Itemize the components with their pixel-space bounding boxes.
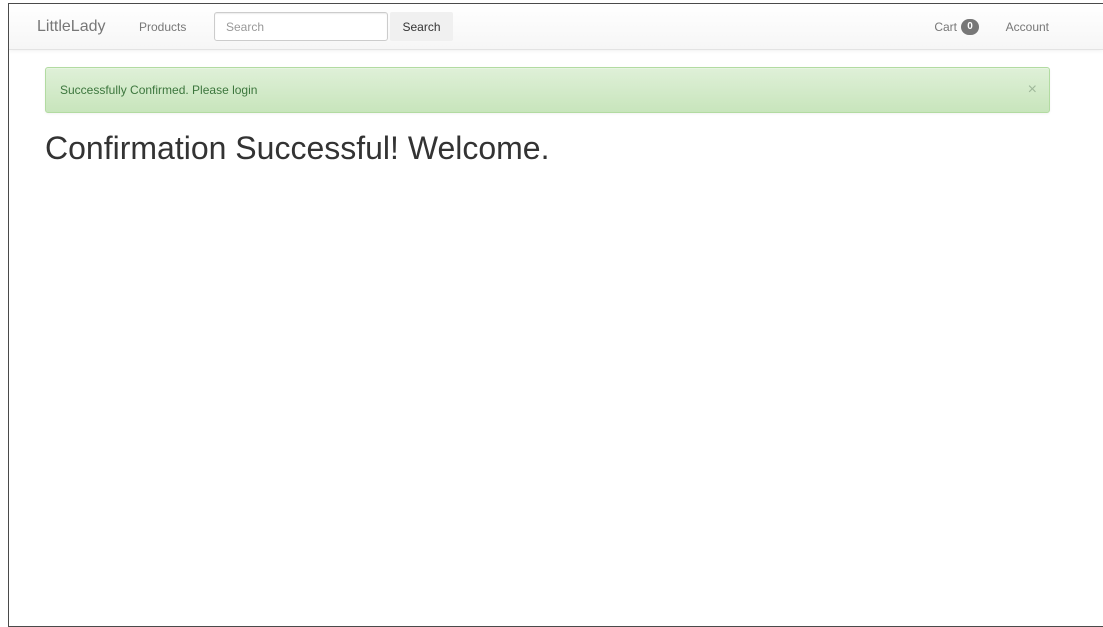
search-input[interactable]: [214, 12, 388, 41]
nav-cart-link[interactable]: Cart 0: [934, 4, 979, 50]
page-title: Confirmation Successful! Welcome.: [45, 130, 550, 166]
search-button[interactable]: Search: [390, 12, 453, 41]
nav-account-link[interactable]: Account: [1006, 4, 1049, 50]
top-navbar: LittleLady Products Search Cart 0 Accoun…: [9, 4, 1103, 50]
success-alert: Successfully Confirmed. Please login ×: [45, 67, 1050, 113]
close-icon[interactable]: ×: [1028, 68, 1037, 112]
cart-label: Cart: [934, 20, 957, 34]
brand-link[interactable]: LittleLady: [37, 4, 106, 50]
cart-count-badge: 0: [961, 19, 979, 35]
alert-message: Successfully Confirmed. Please login: [60, 83, 258, 97]
nav-products-link[interactable]: Products: [139, 4, 186, 50]
browser-viewport: LittleLady Products Search Cart 0 Accoun…: [8, 3, 1103, 627]
